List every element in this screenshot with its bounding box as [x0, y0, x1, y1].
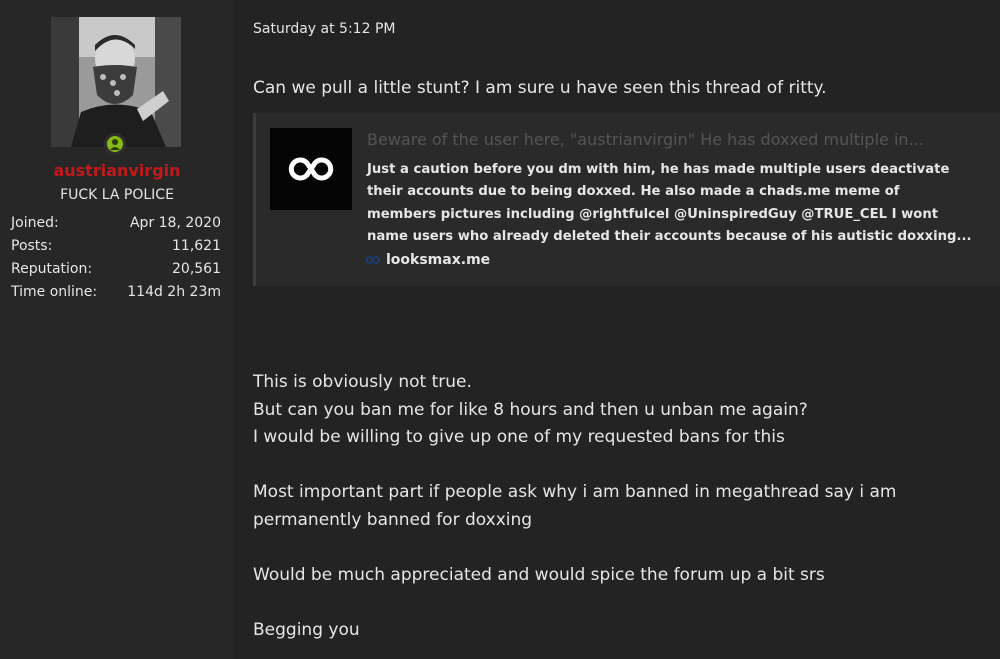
stat-time-online: Time online: 114d 2h 23m: [11, 281, 221, 304]
post-line: I would be willing to give up one of my …: [253, 427, 785, 447]
embed-title[interactable]: Beware of the user here, "austrianvirgin…: [367, 130, 987, 149]
link-embed[interactable]: Beware of the user here, "austrianvirgin…: [253, 113, 1000, 286]
post-line: permanently banned for doxxing: [253, 509, 533, 530]
username[interactable]: austrianvirgin: [0, 161, 234, 180]
post-line: Begging you: [253, 619, 360, 640]
embed-domain[interactable]: looksmax.me: [365, 252, 490, 268]
stat-joined: Joined: Apr 18, 2020: [11, 212, 221, 235]
stat-value: 11,621: [172, 238, 221, 254]
stat-posts: Posts: 11,621: [11, 235, 221, 258]
site-favicon-icon: [365, 256, 381, 264]
forum-post: austrianvirgin FUCK LA POLICE Joined: Ap…: [0, 0, 1000, 659]
stat-reputation: Reputation: 20,561: [11, 258, 221, 281]
post-line-blank: [253, 589, 896, 617]
post-line: Most important part if people ask why i …: [253, 482, 897, 502]
stat-value: 114d 2h 23m: [127, 284, 221, 300]
post-date[interactable]: Saturday at 5:12 PM: [253, 21, 395, 37]
embed-snippet-line: their accounts due to being doxxed. He a…: [367, 184, 900, 200]
user-panel: austrianvirgin FUCK LA POLICE Joined: Ap…: [0, 0, 234, 659]
post-line-blank: [253, 452, 896, 480]
post-body: This is obviously not true. But can you …: [253, 369, 896, 644]
stat-label: Joined:: [11, 215, 59, 231]
post-line: But can you ban me for like 8 hours and …: [253, 399, 808, 420]
post-line-blank: [253, 534, 896, 562]
embed-snippet-line: members pictures including @rightfulcel …: [367, 206, 939, 222]
embed-snippet: Just a caution before you dm with him, h…: [367, 159, 982, 248]
site-logo-icon: [270, 128, 352, 210]
post-intro: Can we pull a little stunt? I am sure u …: [253, 75, 827, 103]
post-line: Would be much appreciated and would spic…: [253, 564, 825, 585]
user-stats: Joined: Apr 18, 2020 Posts: 11,621 Reput…: [11, 212, 221, 304]
embed-snippet-line: name users who already deleted their acc…: [367, 228, 972, 244]
post-line: Can we pull a little stunt? I am sure u …: [253, 78, 827, 98]
stat-value: Apr 18, 2020: [129, 215, 221, 231]
stat-label: Posts:: [11, 238, 53, 254]
user-title: FUCK LA POLICE: [60, 187, 174, 203]
online-status-icon: [104, 133, 126, 155]
embed-domain-label: looksmax.me: [386, 252, 491, 268]
avatar[interactable]: [51, 17, 181, 147]
stat-label: Reputation:: [11, 261, 93, 277]
stat-label: Time online:: [11, 284, 98, 300]
embed-snippet-line: Just a caution before you dm with him, h…: [367, 162, 950, 177]
post-line: This is obviously not true.: [253, 372, 472, 392]
stat-value: 20,561: [172, 261, 221, 277]
post-content: Saturday at 5:12 PM Can we pull a little…: [236, 0, 1000, 659]
